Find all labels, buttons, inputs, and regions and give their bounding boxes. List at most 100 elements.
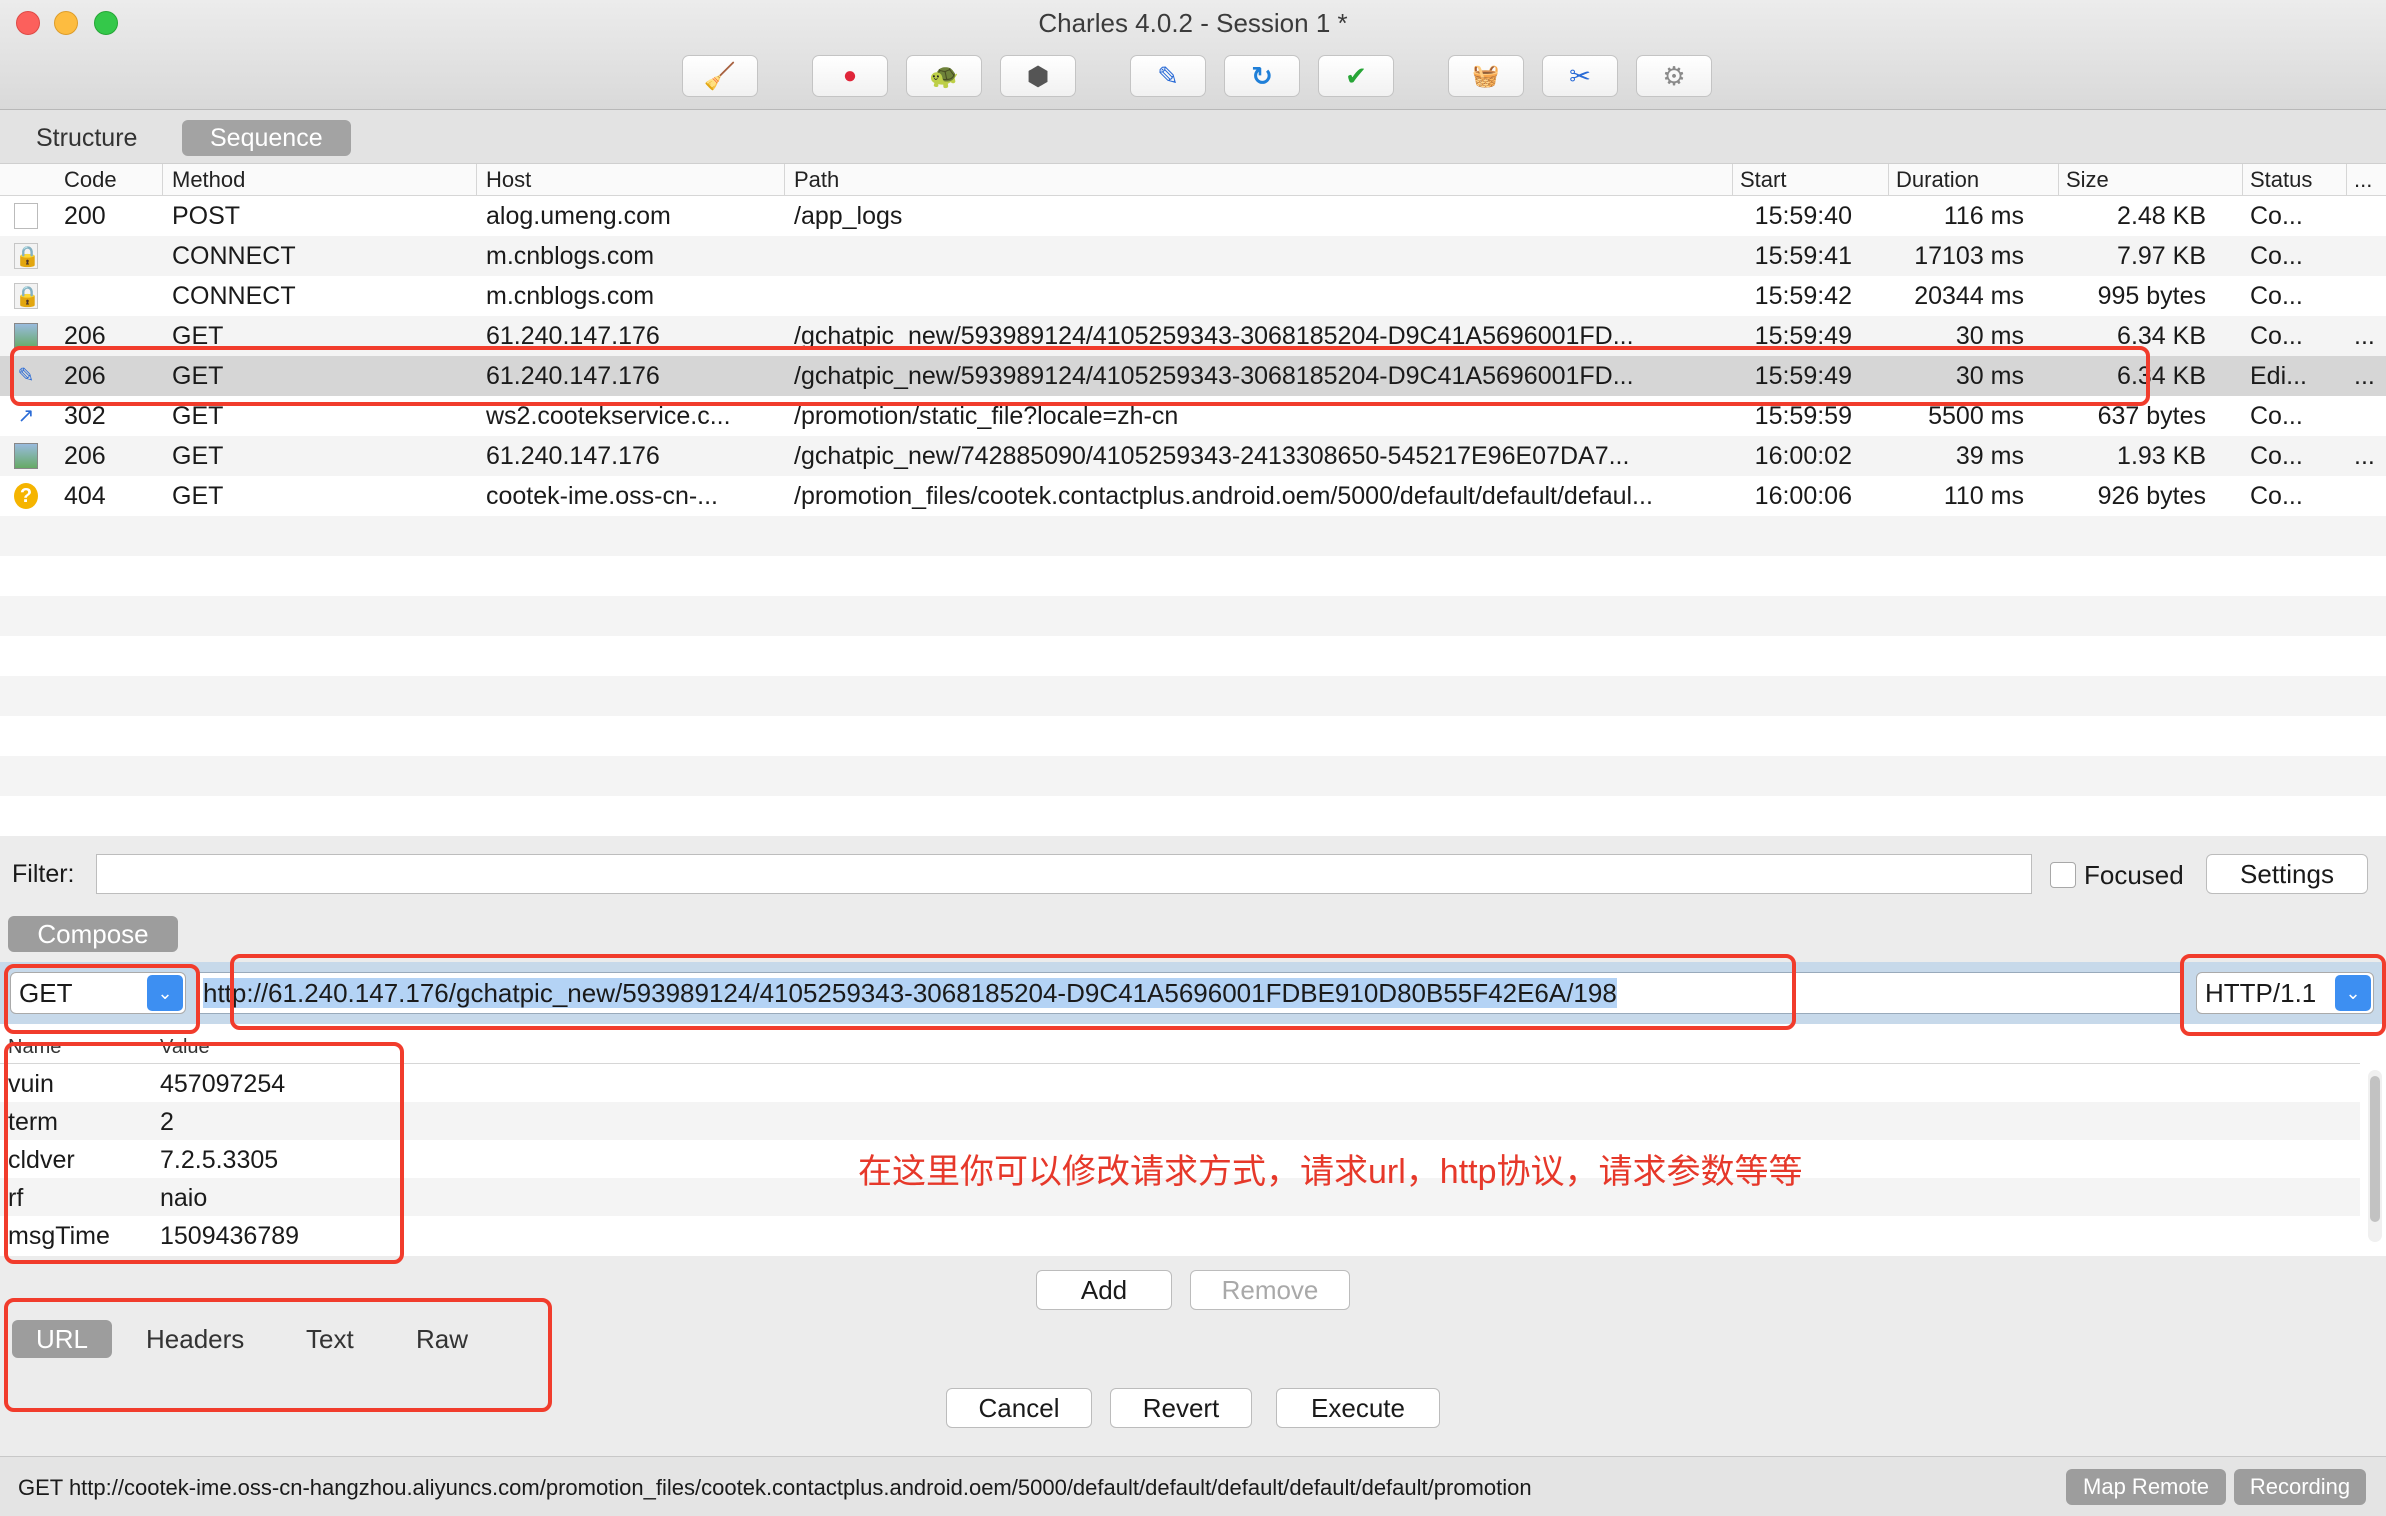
param-value[interactable]: 7.2.5.3305 (160, 1146, 278, 1175)
table-row[interactable]: 🔒 CONNECT m.cnblogs.com 15:59:42 20344 m… (0, 276, 2386, 316)
tab-structure[interactable]: Structure (8, 120, 165, 156)
column-code[interactable]: Code (64, 167, 117, 193)
compose-button[interactable]: ✎ (1130, 55, 1206, 97)
revert-button[interactable]: Revert (1110, 1388, 1252, 1428)
cell-host: m.cnblogs.com (486, 242, 655, 270)
table-header: Code Method Host Path Start Duration Siz… (0, 164, 2386, 196)
cell-method: GET (172, 322, 224, 350)
cell-status: Co... (2250, 442, 2303, 470)
param-name[interactable]: term (8, 1108, 58, 1137)
column-size[interactable]: Size (2066, 167, 2109, 193)
add-param-button[interactable]: Add (1036, 1270, 1172, 1310)
column-more[interactable]: ... (2354, 167, 2372, 193)
param-value[interactable]: 2 (160, 1108, 174, 1137)
column-duration[interactable]: Duration (1896, 167, 1979, 193)
cell-code: 206 (64, 322, 106, 350)
method-value: GET (19, 978, 73, 1008)
column-host[interactable]: Host (486, 167, 531, 193)
cell-path: /gchatpic_new/742885090/4105259343-24133… (794, 442, 1630, 470)
cell-duration: 20344 ms (1914, 282, 2024, 310)
filter-settings-button[interactable]: Settings (2206, 854, 2368, 894)
cell-status: Co... (2250, 322, 2303, 350)
cell-duration: 30 ms (1955, 322, 2024, 350)
lock-icon: 🔒 (14, 283, 40, 309)
cell-size: 1.93 KB (2117, 442, 2206, 470)
basket-button[interactable]: 🧺 (1448, 55, 1524, 97)
cancel-button[interactable]: Cancel (946, 1388, 1092, 1428)
param-row[interactable]: msgTime 1509436789 (0, 1216, 2360, 1254)
tab-sequence[interactable]: Sequence (182, 120, 351, 156)
recording-badge[interactable]: Recording (2234, 1469, 2366, 1505)
settings-button[interactable]: ⚙ (1636, 55, 1712, 97)
tab-headers[interactable]: Headers (122, 1320, 268, 1358)
cell-size: 637 bytes (2097, 402, 2206, 430)
cell-duration: 17103 ms (1914, 242, 2024, 270)
image-icon (14, 443, 38, 469)
focused-checkbox[interactable] (2050, 862, 2076, 888)
cell-host: 61.240.147.176 (486, 362, 660, 390)
column-path[interactable]: Path (794, 167, 839, 193)
cell-start: 15:59:49 (1754, 362, 1852, 390)
protocol-select[interactable]: HTTP/1.1 ⌄ (2196, 972, 2374, 1014)
param-row[interactable]: vuin 457097254 (0, 1064, 2360, 1102)
table-row[interactable]: ↗ 302 GET ws2.cootekservice.c... /promot… (0, 396, 2386, 436)
tab-raw[interactable]: Raw (392, 1320, 492, 1358)
filter-input[interactable] (96, 854, 2032, 894)
column-status[interactable]: Status (2250, 167, 2312, 193)
cell-code: 206 (64, 442, 106, 470)
empty-row (0, 516, 2386, 556)
table-row-selected[interactable]: ✎ 206 GET 61.240.147.176 /gchatpic_new/5… (0, 356, 2386, 396)
cell-size: 926 bytes (2097, 482, 2206, 510)
param-row[interactable]: term 2 (0, 1102, 2360, 1140)
execute-button[interactable]: Execute (1276, 1388, 1440, 1428)
cell-duration: 5500 ms (1928, 402, 2024, 430)
view-tabs: Structure Sequence (0, 110, 2386, 164)
window-title: Charles 4.0.2 - Session 1 * (1038, 8, 1348, 38)
cell-status: Co... (2250, 282, 2303, 310)
clear-session-button[interactable]: 🧹 (682, 55, 758, 97)
annotation-note: 在这里你可以修改请求方式，请求url，http协议，请求参数等等 (858, 1153, 1803, 1191)
param-name[interactable]: cldver (8, 1146, 75, 1175)
basket-icon: 🧺 (1472, 63, 1500, 88)
tools-button[interactable]: ✂ (1542, 55, 1618, 97)
cell-start: 15:59:40 (1754, 202, 1852, 230)
image-icon (14, 323, 38, 349)
broom-icon: 🧹 (703, 60, 737, 91)
scroll-thumb[interactable] (2370, 1076, 2380, 1222)
table-row[interactable]: 206 GET 61.240.147.176 /gchatpic_new/742… (0, 436, 2386, 476)
param-value[interactable]: 457097254 (160, 1070, 285, 1099)
cell-size: 995 bytes (2097, 282, 2206, 310)
compose-tab[interactable]: Compose (8, 916, 178, 952)
method-select[interactable]: GET ⌄ (10, 972, 186, 1014)
request-table: Code Method Host Path Start Duration Siz… (0, 164, 2386, 836)
compose-body-tabs: URL Headers Text Raw (0, 1300, 560, 1358)
tab-text[interactable]: Text (282, 1320, 378, 1358)
param-value[interactable]: naio (160, 1184, 207, 1213)
param-value[interactable]: 1509436789 (160, 1222, 299, 1251)
record-button[interactable]: ● (812, 55, 888, 97)
map-remote-badge[interactable]: Map Remote (2066, 1469, 2226, 1505)
lock-icon: 🔒 (14, 243, 40, 269)
params-scrollbar[interactable] (2368, 1070, 2382, 1242)
table-row[interactable]: 200 POST alog.umeng.com /app_logs 15:59:… (0, 196, 2386, 236)
status-text: GET http://cootek-ime.oss-cn-hangzhou.al… (18, 1475, 1532, 1500)
param-name[interactable]: rf (8, 1184, 23, 1213)
filter-label: Filter: (12, 860, 75, 888)
column-method[interactable]: Method (172, 167, 245, 193)
repeat-button[interactable]: ↻ (1224, 55, 1300, 97)
table-row[interactable]: 🔒 CONNECT m.cnblogs.com 15:59:41 17103 m… (0, 236, 2386, 276)
breakpoints-button[interactable]: ⬢ (1000, 55, 1076, 97)
column-start[interactable]: Start (1740, 167, 1786, 193)
throttle-button[interactable]: 🐢 (906, 55, 982, 97)
remove-param-button[interactable]: Remove (1190, 1270, 1350, 1310)
param-name[interactable]: msgTime (8, 1222, 110, 1251)
url-input[interactable]: http://61.240.147.176/gchatpic_new/59398… (198, 972, 2184, 1014)
document-icon (14, 203, 38, 229)
validate-button[interactable]: ✔ (1318, 55, 1394, 97)
param-name[interactable]: vuin (8, 1070, 54, 1099)
tools-icon: ✂ (1569, 60, 1591, 91)
table-row[interactable]: ? 404 GET cootek-ime.oss-cn-... /promoti… (0, 476, 2386, 516)
empty-row (0, 796, 2386, 836)
tab-url[interactable]: URL (12, 1320, 113, 1358)
table-row[interactable]: 206 GET 61.240.147.176 /gchatpic_new/593… (0, 316, 2386, 356)
